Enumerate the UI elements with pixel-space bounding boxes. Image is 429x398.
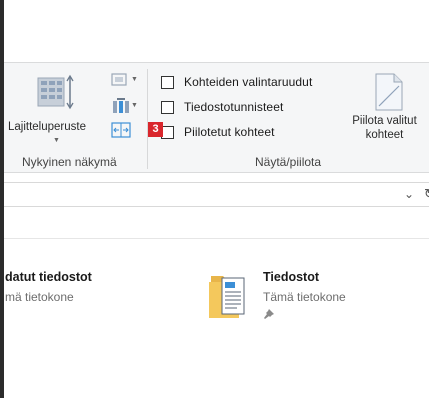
list-item[interactable]: datut tiedostot mä tietokone (4, 266, 194, 316)
title-area (4, 0, 429, 62)
file-extensions-label: Tiedostotunnisteet (184, 100, 284, 114)
address-bar[interactable]: ⌄ ↻ (4, 182, 429, 207)
hidden-items-option[interactable]: Piilotetut kohteet (161, 123, 275, 141)
item-name: Tiedostot (263, 270, 320, 284)
hide-selected-label: Piilota valitut kohteet (352, 115, 417, 141)
step-number-badge: 3 (148, 122, 163, 137)
sort-by-label: Lajitteluperuste (8, 121, 86, 133)
item-location: mä tietokone (5, 290, 74, 304)
sort-by-icon (37, 74, 74, 110)
ribbon-group-divider (147, 69, 148, 169)
group-by-icon (111, 73, 127, 86)
hide-selected-button[interactable]: Piilota valitut kohteet (340, 67, 429, 153)
ribbon-view-tab: Lajitteluperuste ▼ ▼ ▼ Nykyinen näkymä K… (4, 62, 429, 173)
add-columns-button[interactable]: ▼ (109, 97, 141, 117)
chevron-down-icon[interactable]: ⌄ (404, 187, 414, 201)
section-divider (4, 238, 429, 239)
group-by-button[interactable]: ▼ (109, 71, 141, 91)
group-by-caret-icon: ▼ (131, 76, 138, 83)
size-columns-button[interactable] (109, 121, 133, 141)
sort-by-button[interactable]: Lajitteluperuste ▼ (4, 67, 108, 144)
hidden-items-label: Piilotetut kohteet (184, 125, 275, 139)
show-hide-group-label: Näytä/piilota (255, 155, 322, 169)
item-checkboxes-option[interactable]: Kohteiden valintaruudut (161, 73, 312, 91)
file-extensions-checkbox[interactable] (161, 100, 174, 114)
hide-selected-icon (375, 73, 403, 111)
sort-by-caret-icon: ▼ (53, 137, 60, 144)
pin-icon[interactable] (263, 308, 275, 320)
item-checkboxes-checkbox[interactable] (161, 75, 174, 89)
list-item[interactable]: Tiedostot Tämä tietokone (205, 266, 405, 326)
add-columns-icon (113, 98, 129, 113)
current-view-group-label: Nykyinen näkymä (22, 155, 117, 169)
documents-folder-icon (209, 276, 245, 318)
item-name: datut tiedostot (5, 270, 92, 284)
size-columns-icon (111, 122, 131, 138)
refresh-icon[interactable]: ↻ (424, 186, 429, 202)
file-extensions-option[interactable]: Tiedostotunnisteet (161, 98, 283, 116)
item-location: Tämä tietokone (263, 290, 346, 304)
item-checkboxes-label: Kohteiden valintaruudut (184, 75, 313, 89)
add-columns-caret-icon: ▼ (131, 102, 138, 109)
